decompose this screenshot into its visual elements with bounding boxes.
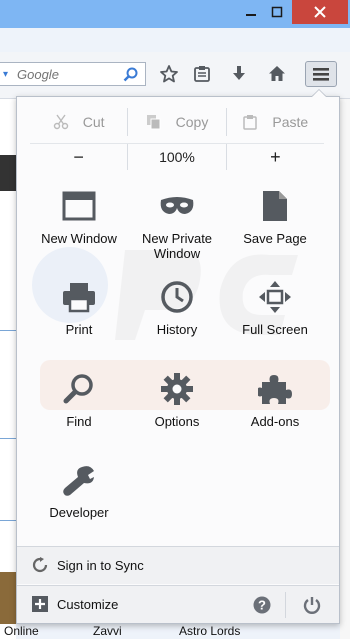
paste-button[interactable]: Paste [227,108,324,136]
save-page-button[interactable]: Save Page [226,187,324,267]
plus-box-icon [32,596,48,617]
bookmark-astro-lords[interactable]: Astro Lords [179,624,240,638]
page-divider [0,330,16,331]
bookmarks-menu-button[interactable] [188,62,216,86]
page-thumbnail [0,572,16,624]
power-icon [303,597,321,614]
find-label: Find [66,414,92,429]
edit-controls: Cut Copy Paste [30,108,324,136]
full-screen-icon [259,281,291,313]
page-scrollbar[interactable] [340,99,350,639]
new-window-icon [62,191,96,221]
page-dark-bar [0,155,16,191]
hamburger-menu-icon [313,68,329,81]
copy-label: Copy [175,114,209,130]
maximize-button[interactable] [264,2,290,22]
bookmark-online[interactable]: Online [4,624,39,638]
copy-button[interactable]: Copy [128,108,227,136]
bookmark-star-button[interactable] [155,62,183,86]
clock-icon [161,281,193,313]
puzzle-piece-icon [258,375,292,404]
panel-arrow-fill [312,90,326,97]
svg-text:?: ? [258,598,266,613]
save-page-icon [263,191,287,221]
new-private-window-label: New Private Window [141,231,213,261]
print-button[interactable]: Print [30,278,128,358]
full-screen-label: Full Screen [242,322,308,337]
maximize-icon [271,6,283,18]
save-page-label: Save Page [243,231,307,246]
add-ons-button[interactable]: Add-ons [226,370,324,450]
star-icon [160,65,178,83]
help-icon: ? [253,596,271,614]
sync-label: Sign in to Sync [57,558,144,573]
wrench-icon [63,466,94,496]
print-label: Print [65,322,93,337]
downloads-button[interactable] [225,62,253,86]
help-button[interactable]: ? [247,592,277,618]
history-label: History [156,322,198,337]
download-arrow-icon [233,66,245,80]
search-input[interactable] [13,66,131,82]
new-window-label: New Window [41,231,117,246]
close-icon [314,6,326,18]
full-screen-button[interactable]: Full Screen [226,278,324,358]
add-ons-label: Add-ons [250,414,300,429]
options-label: Options [154,414,200,429]
minimize-button[interactable] [239,2,263,22]
search-engine-dropdown-icon[interactable]: ▾ [0,69,13,80]
private-mask-icon [160,197,194,214]
search-icon[interactable] [123,67,139,88]
footer-divider [285,592,286,618]
developer-button[interactable]: Developer [30,461,128,541]
main-menu-panel [16,96,340,624]
zoom-in-button[interactable]: + [227,144,324,170]
scissors-icon [53,114,68,130]
home-icon [269,66,285,81]
gear-icon [161,373,193,405]
paste-label: Paste [272,114,309,130]
customize-button[interactable]: Customize [17,585,339,623]
zoom-reset-button[interactable]: 100% [128,144,227,170]
find-button[interactable]: Find [30,370,128,450]
history-button[interactable]: History [128,278,226,358]
clipboard-list-icon [194,66,210,82]
clipboard-icon [243,115,258,130]
options-button[interactable]: Options [128,370,226,450]
minimize-icon [246,14,256,16]
sign-in-sync-button[interactable]: Sign in to Sync [17,546,339,584]
copy-icon [146,115,161,130]
open-menu-button[interactable] [305,61,337,87]
sync-icon [32,557,48,578]
zoom-out-button[interactable]: − [30,144,129,170]
close-window-button[interactable] [292,0,348,24]
new-private-window-button[interactable]: New Private Window [128,187,226,267]
bookmark-zavvi[interactable]: Zavvi [93,624,122,638]
developer-label: Developer [49,505,109,520]
zoom-in-label: + [270,146,281,167]
zoom-level: 100% [159,149,195,165]
new-window-button[interactable]: New Window [30,187,128,267]
magnifier-icon [63,374,93,404]
page-divider [0,438,16,439]
zoom-controls: − 100% + [30,143,324,170]
customize-label: Customize [57,597,119,612]
home-button[interactable] [263,62,291,86]
page-divider [0,520,16,521]
cut-label: Cut [82,114,105,130]
quit-button[interactable] [297,592,327,618]
search-box[interactable]: ▾ [0,62,146,86]
cut-button[interactable]: Cut [30,108,129,136]
zoom-out-label: − [73,146,84,167]
printer-icon [63,283,95,313]
